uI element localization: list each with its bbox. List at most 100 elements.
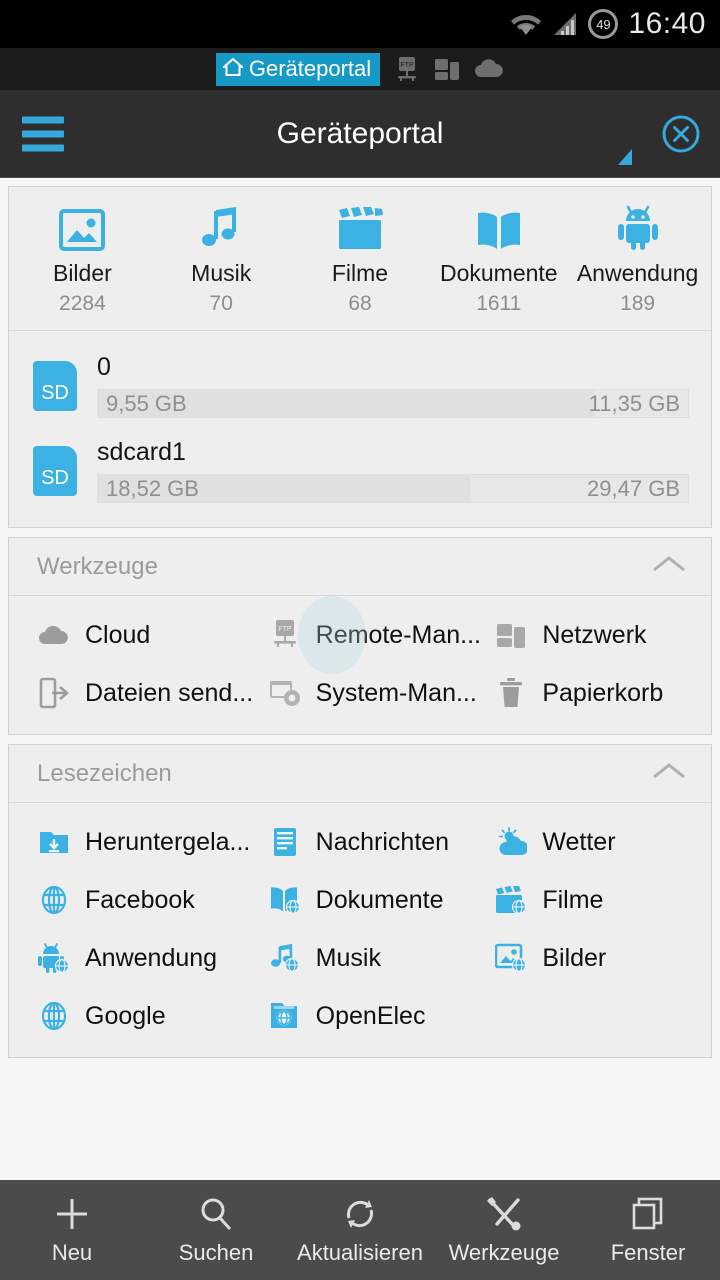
bottom-action-fenster[interactable]: Fenster xyxy=(576,1194,720,1266)
bottom-action-label: Fenster xyxy=(610,1240,686,1265)
bookmark-google[interactable]: Google xyxy=(9,999,254,1033)
category-filme[interactable]: Filme 68 xyxy=(291,205,430,316)
plus-icon xyxy=(52,1194,92,1234)
bookmark-label: Musik xyxy=(315,943,381,972)
tool-dateien-senden[interactable]: Dateien send... xyxy=(9,676,254,710)
tab-geraeteportal[interactable]: Geräteportal xyxy=(215,52,381,86)
globe-icon xyxy=(37,999,71,1033)
chevron-up-icon[interactable] xyxy=(649,552,689,581)
windows-icon xyxy=(630,1194,666,1234)
bookmark-bilder[interactable]: Bilder xyxy=(484,941,711,975)
bookmark-musik[interactable]: Musik xyxy=(254,941,485,975)
hamburger-menu-icon[interactable] xyxy=(22,116,64,151)
bookmark-anwendung[interactable]: Anwendung xyxy=(9,941,254,975)
download-folder-icon xyxy=(37,825,71,859)
bookmark-label: Google xyxy=(85,1001,166,1030)
network-devices-icon[interactable] xyxy=(434,56,460,82)
tools-card: Werkzeuge Cloud FTP Remote-Man... Netzwe… xyxy=(8,537,712,735)
bookmark-label: Filme xyxy=(542,885,604,914)
bookmarks-row: Anwendung Musik Bilder xyxy=(9,929,711,987)
category-row: Bilder 2284 Musik 70 Filme 68 Dokumente … xyxy=(9,187,711,331)
cloud-icon xyxy=(37,618,71,652)
book-icon xyxy=(475,205,523,251)
home-icon xyxy=(221,56,245,82)
bottom-action-aktualisieren[interactable]: Aktualisieren xyxy=(288,1194,432,1266)
tools-section-header[interactable]: Werkzeuge xyxy=(9,538,711,596)
storage-item[interactable]: SD sdcard1 18,52 GB 29,47 GB xyxy=(9,428,711,513)
tool-remote-manager[interactable]: FTP Remote-Man... xyxy=(254,596,485,674)
storage-total: 11,35 GB xyxy=(588,390,680,416)
search-icon xyxy=(198,1194,234,1234)
tool-system-manager[interactable]: System-Man... xyxy=(254,676,485,710)
category-label: Dokumente xyxy=(439,260,558,286)
ftp-icon[interactable]: FTP xyxy=(394,56,420,82)
bookmark-label: Nachrichten xyxy=(315,827,450,856)
category-dokumente[interactable]: Dokumente 1611 xyxy=(429,205,568,316)
wifi-icon xyxy=(510,11,542,37)
music-note-icon xyxy=(200,205,242,251)
category-label: Filme xyxy=(331,260,389,286)
refresh-icon xyxy=(342,1194,378,1234)
bookmark-label: Dokumente xyxy=(315,885,444,914)
sd-badge: SD xyxy=(41,381,69,404)
tools-icon xyxy=(485,1194,523,1234)
category-count: 70 xyxy=(209,292,233,315)
svg-text:FTP: FTP xyxy=(278,626,292,633)
bookmark-facebook[interactable]: Facebook xyxy=(9,883,254,917)
category-count: 2284 xyxy=(59,292,106,315)
bookmark-label: Heruntergela... xyxy=(85,827,251,856)
bookmark-dokumente[interactable]: Dokumente xyxy=(254,883,485,917)
bookmarks-grid: Heruntergela... Nachrichten Wetter Faceb… xyxy=(9,803,711,1057)
tool-label: Cloud xyxy=(85,620,151,649)
book-globe-icon xyxy=(268,883,302,917)
sd-card-icon: SD xyxy=(33,445,77,496)
tab-label: Geräteportal xyxy=(248,55,372,81)
bottom-action-werkzeuge[interactable]: Werkzeuge xyxy=(432,1194,576,1266)
chevron-up-icon[interactable] xyxy=(649,759,689,788)
bookmark-openelec[interactable]: OpenElec xyxy=(254,999,485,1033)
category-label: Musik xyxy=(191,260,252,286)
ftp-remote-manager-icon: FTP xyxy=(268,618,302,652)
weather-cloud-sun-icon xyxy=(494,825,528,859)
storage-item[interactable]: SD 0 9,55 GB 11,35 GB xyxy=(9,343,711,428)
music-globe-icon xyxy=(268,941,302,975)
clapperboard-icon xyxy=(337,205,383,251)
bookmark-wetter[interactable]: Wetter xyxy=(484,825,711,859)
category-anwendung[interactable]: Anwendung 189 xyxy=(568,205,707,316)
category-musik[interactable]: Musik 70 xyxy=(152,205,291,316)
bookmark-filme[interactable]: Filme xyxy=(484,883,711,917)
bookmarks-section-header[interactable]: Lesezeichen xyxy=(9,745,711,803)
bookmarks-row: Google OpenElec xyxy=(9,987,711,1045)
tools-row: Dateien send... System-Man... Papierkorb xyxy=(9,664,711,722)
bookmarks-row: Heruntergela... Nachrichten Wetter xyxy=(9,813,711,871)
bottom-navigation-bar: Neu Suchen Aktualisieren Werkzeuge Fenst… xyxy=(0,1180,720,1280)
bookmark-nachrichten[interactable]: Nachrichten xyxy=(254,825,485,859)
tool-label: Papierkorb xyxy=(542,678,664,707)
bookmark-label: Bilder xyxy=(542,943,607,972)
storage-progress-bar: 18,52 GB 29,47 GB xyxy=(97,474,689,503)
tool-netzwerk[interactable]: Netzwerk xyxy=(484,618,711,652)
resize-handle-icon[interactable] xyxy=(618,149,632,165)
bottom-action-label: Werkzeuge xyxy=(448,1240,560,1265)
status-bar: 49 16:40 xyxy=(0,0,720,48)
bottom-action-neu[interactable]: Neu xyxy=(0,1194,144,1266)
tools-section-title: Werkzeuge xyxy=(37,552,158,580)
close-circle-icon[interactable] xyxy=(660,113,702,155)
tool-label: Dateien send... xyxy=(85,678,254,707)
action-bar: Geräteportal xyxy=(0,90,720,178)
tool-label: Netzwerk xyxy=(542,620,647,649)
touch-ripple xyxy=(297,596,366,674)
page-title: Geräteportal xyxy=(276,116,444,150)
storage-name: sdcard1 xyxy=(97,438,186,466)
bottom-action-suchen[interactable]: Suchen xyxy=(144,1194,288,1266)
category-count: 189 xyxy=(620,292,656,315)
network-devices-icon xyxy=(494,618,528,652)
tool-papierkorb[interactable]: Papierkorb xyxy=(484,676,711,710)
category-count: 68 xyxy=(348,292,372,315)
tool-cloud[interactable]: Cloud xyxy=(9,618,254,652)
system-manager-icon xyxy=(268,676,302,710)
cloud-icon[interactable] xyxy=(474,59,504,79)
svg-text:FTP: FTP xyxy=(401,62,415,69)
bookmark-heruntergeladen[interactable]: Heruntergela... xyxy=(9,825,254,859)
category-bilder[interactable]: Bilder 2284 xyxy=(13,205,152,316)
